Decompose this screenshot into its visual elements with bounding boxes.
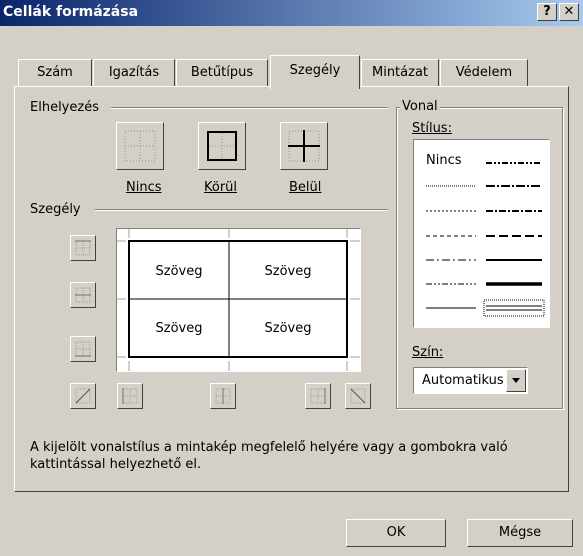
placement-group-label: Elhelyezés [30, 100, 99, 115]
tab-betutipus[interactable]: Betűtípus [176, 59, 268, 87]
border-right-button[interactable] [305, 383, 331, 409]
border-right-icon [310, 388, 326, 404]
hint-text-line1: A kijelölt vonalstílus a mintakép megfel… [30, 440, 508, 455]
tab-mintazat[interactable]: Mintázat [361, 59, 439, 87]
help-button[interactable]: ? [537, 3, 557, 21]
preview-cell: Szöveg [155, 321, 203, 336]
color-label: Szín: [412, 345, 444, 360]
border-left-button[interactable] [117, 383, 143, 409]
chevron-down-icon [512, 378, 520, 383]
line-style-list[interactable]: Nincs [413, 139, 550, 328]
tab-vedelem[interactable]: Védelem [440, 59, 528, 87]
preview-grid [117, 229, 360, 371]
cancel-button[interactable]: Mégse [467, 519, 573, 547]
preview-cell: Szöveg [264, 264, 312, 279]
no-border-icon [124, 130, 156, 162]
tab-szam[interactable]: Szám [18, 59, 92, 87]
border-left-icon [122, 388, 138, 404]
color-dropdown-button[interactable] [506, 369, 526, 392]
preset-inside-button[interactable] [280, 122, 328, 170]
window-title: Cellák formázása [3, 4, 139, 20]
border-preview[interactable]: Szöveg Szöveg Szöveg Szöveg [116, 228, 361, 372]
border-vertical-button[interactable] [210, 383, 236, 409]
outline-border-icon [207, 131, 237, 161]
border-diagonal-down-button[interactable] [345, 383, 371, 409]
border-bottom-button[interactable] [70, 336, 96, 362]
border-top-button[interactable] [70, 235, 96, 261]
close-icon: ✕ [563, 4, 575, 19]
border-group-label: Szegély [30, 202, 81, 217]
border-horizontal-icon [75, 287, 91, 303]
close-button[interactable]: ✕ [559, 3, 579, 21]
diagonal-up-icon [75, 388, 91, 404]
border-diagonal-up-button[interactable] [70, 383, 96, 409]
placement-separator [111, 107, 388, 109]
style-label: Stílus: [412, 121, 452, 136]
preset-none-button[interactable] [116, 122, 164, 170]
preview-cell: Szöveg [264, 321, 312, 336]
preset-inside-label: Belül [289, 180, 322, 195]
line-styles [426, 162, 545, 317]
inside-border-icon [288, 130, 320, 162]
title-bar: Cellák formázása ? ✕ [0, 0, 583, 26]
color-select[interactable]: Automatikus [413, 367, 528, 394]
help-icon: ? [543, 4, 551, 19]
border-bottom-icon [75, 341, 91, 357]
color-select-value: Automatikus [422, 373, 504, 388]
preset-outline-label: Körül [204, 180, 238, 195]
hint-text-line2: kattintással helyezhető el. [30, 457, 202, 472]
diagonal-down-icon [350, 388, 366, 404]
tab-szegely[interactable]: Szegély [270, 55, 360, 89]
border-vertical-icon [215, 388, 231, 404]
preview-cell: Szöveg [155, 264, 203, 279]
line-group-label: Vonal [400, 99, 440, 114]
tab-igazitas[interactable]: Igazítás [93, 59, 175, 87]
preset-outline-button[interactable] [198, 122, 246, 170]
ok-button[interactable]: OK [346, 519, 446, 547]
border-horizontal-button[interactable] [70, 282, 96, 308]
preset-none-label: Nincs [126, 180, 162, 195]
border-top-icon [75, 240, 91, 256]
border-separator [95, 209, 388, 211]
